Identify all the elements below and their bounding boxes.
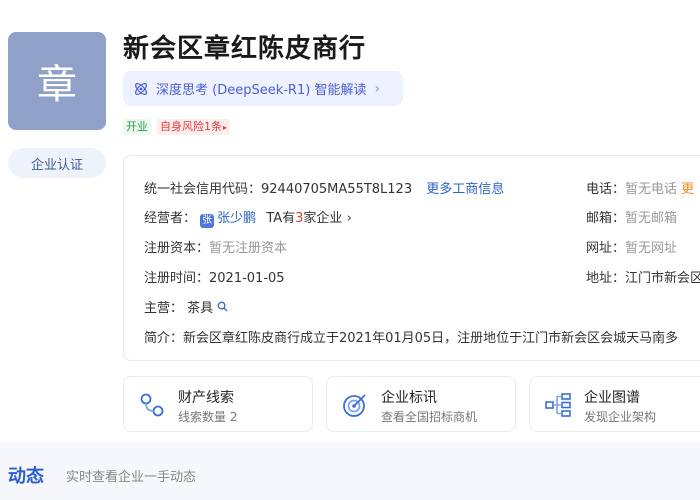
ai-interpret-button[interactable]: 深度思考 (DeepSeek-R1) 智能解读 › xyxy=(123,71,403,106)
dynamics-title[interactable]: 动态 xyxy=(8,462,44,488)
chevron-right-icon: › xyxy=(346,211,352,226)
company-logo: 章 xyxy=(8,32,106,130)
enterprise-cert-button[interactable]: 企业认证 xyxy=(8,148,106,178)
intro-row: 简介：新会区章红陈皮商行成立于2021年01月05日，注册地位于江门市新会区会城… xyxy=(144,331,679,346)
reg-time-row: 注册时间：2021-01-05 xyxy=(144,271,285,286)
business-info-panel: 统一社会信用代码：92440705MA55T8L123 更多工商信息 经营者： … xyxy=(123,155,700,361)
capital-row: 注册资本：暂无注册资本 xyxy=(144,241,288,256)
phone-row: 电话：暂无电话 更 xyxy=(586,182,695,197)
atom-icon xyxy=(135,82,147,95)
chevron-right-icon: › xyxy=(374,80,381,97)
related-companies-link[interactable]: TA有3家企业 › xyxy=(266,211,351,226)
bid-card[interactable]: 企业标讯 查看全国招标商机 xyxy=(326,376,516,432)
ai-interpret-label: 深度思考 (DeepSeek-R1) 智能解读 xyxy=(156,83,367,98)
property-clue-icon xyxy=(140,393,164,417)
operator-name-link[interactable]: 张少鹏 xyxy=(217,211,256,226)
email-row: 邮箱：暂无邮箱 xyxy=(586,211,678,226)
operator-row: 经营者： 张张少鹏 TA有3家企业 › xyxy=(144,211,352,228)
phone-more-link[interactable]: 更 xyxy=(681,182,694,197)
search-icon[interactable] xyxy=(217,301,228,312)
avatar: 张 xyxy=(200,214,215,228)
risk-badge[interactable]: 自身风险1条▸ xyxy=(157,119,231,135)
company-name: 新会区章红陈皮商行 xyxy=(123,34,367,64)
dynamics-subtitle: 实时查看企业一手动态 xyxy=(66,470,197,485)
status-tags: 开业 自身风险1条▸ xyxy=(123,119,231,135)
more-business-info-link[interactable]: 更多工商信息 xyxy=(426,182,504,197)
property-clue-card[interactable]: 财产线索 线索数量 2 xyxy=(123,376,313,432)
credit-code-value: 92440705MA55T8L123 xyxy=(261,182,413,197)
org-chart-icon xyxy=(545,393,571,417)
logo-char: 章 xyxy=(37,62,77,108)
triangle-right-icon: ▸ xyxy=(223,123,228,132)
dynamics-section: 动态 实时查看企业一手动态 xyxy=(0,442,700,500)
bid-target-icon xyxy=(343,394,366,417)
website-row: 网址：暂无网址 xyxy=(586,241,678,256)
credit-code-row: 统一社会信用代码：92440705MA55T8L123 更多工商信息 xyxy=(144,182,505,197)
address-row: 地址：江门市新会区 xyxy=(586,271,700,286)
status-badge: 开业 xyxy=(123,119,151,135)
org-chart-card[interactable]: 企业图谱 发现企业架构 xyxy=(529,376,700,432)
main-business-row: 主营： 茶具 xyxy=(144,297,228,316)
